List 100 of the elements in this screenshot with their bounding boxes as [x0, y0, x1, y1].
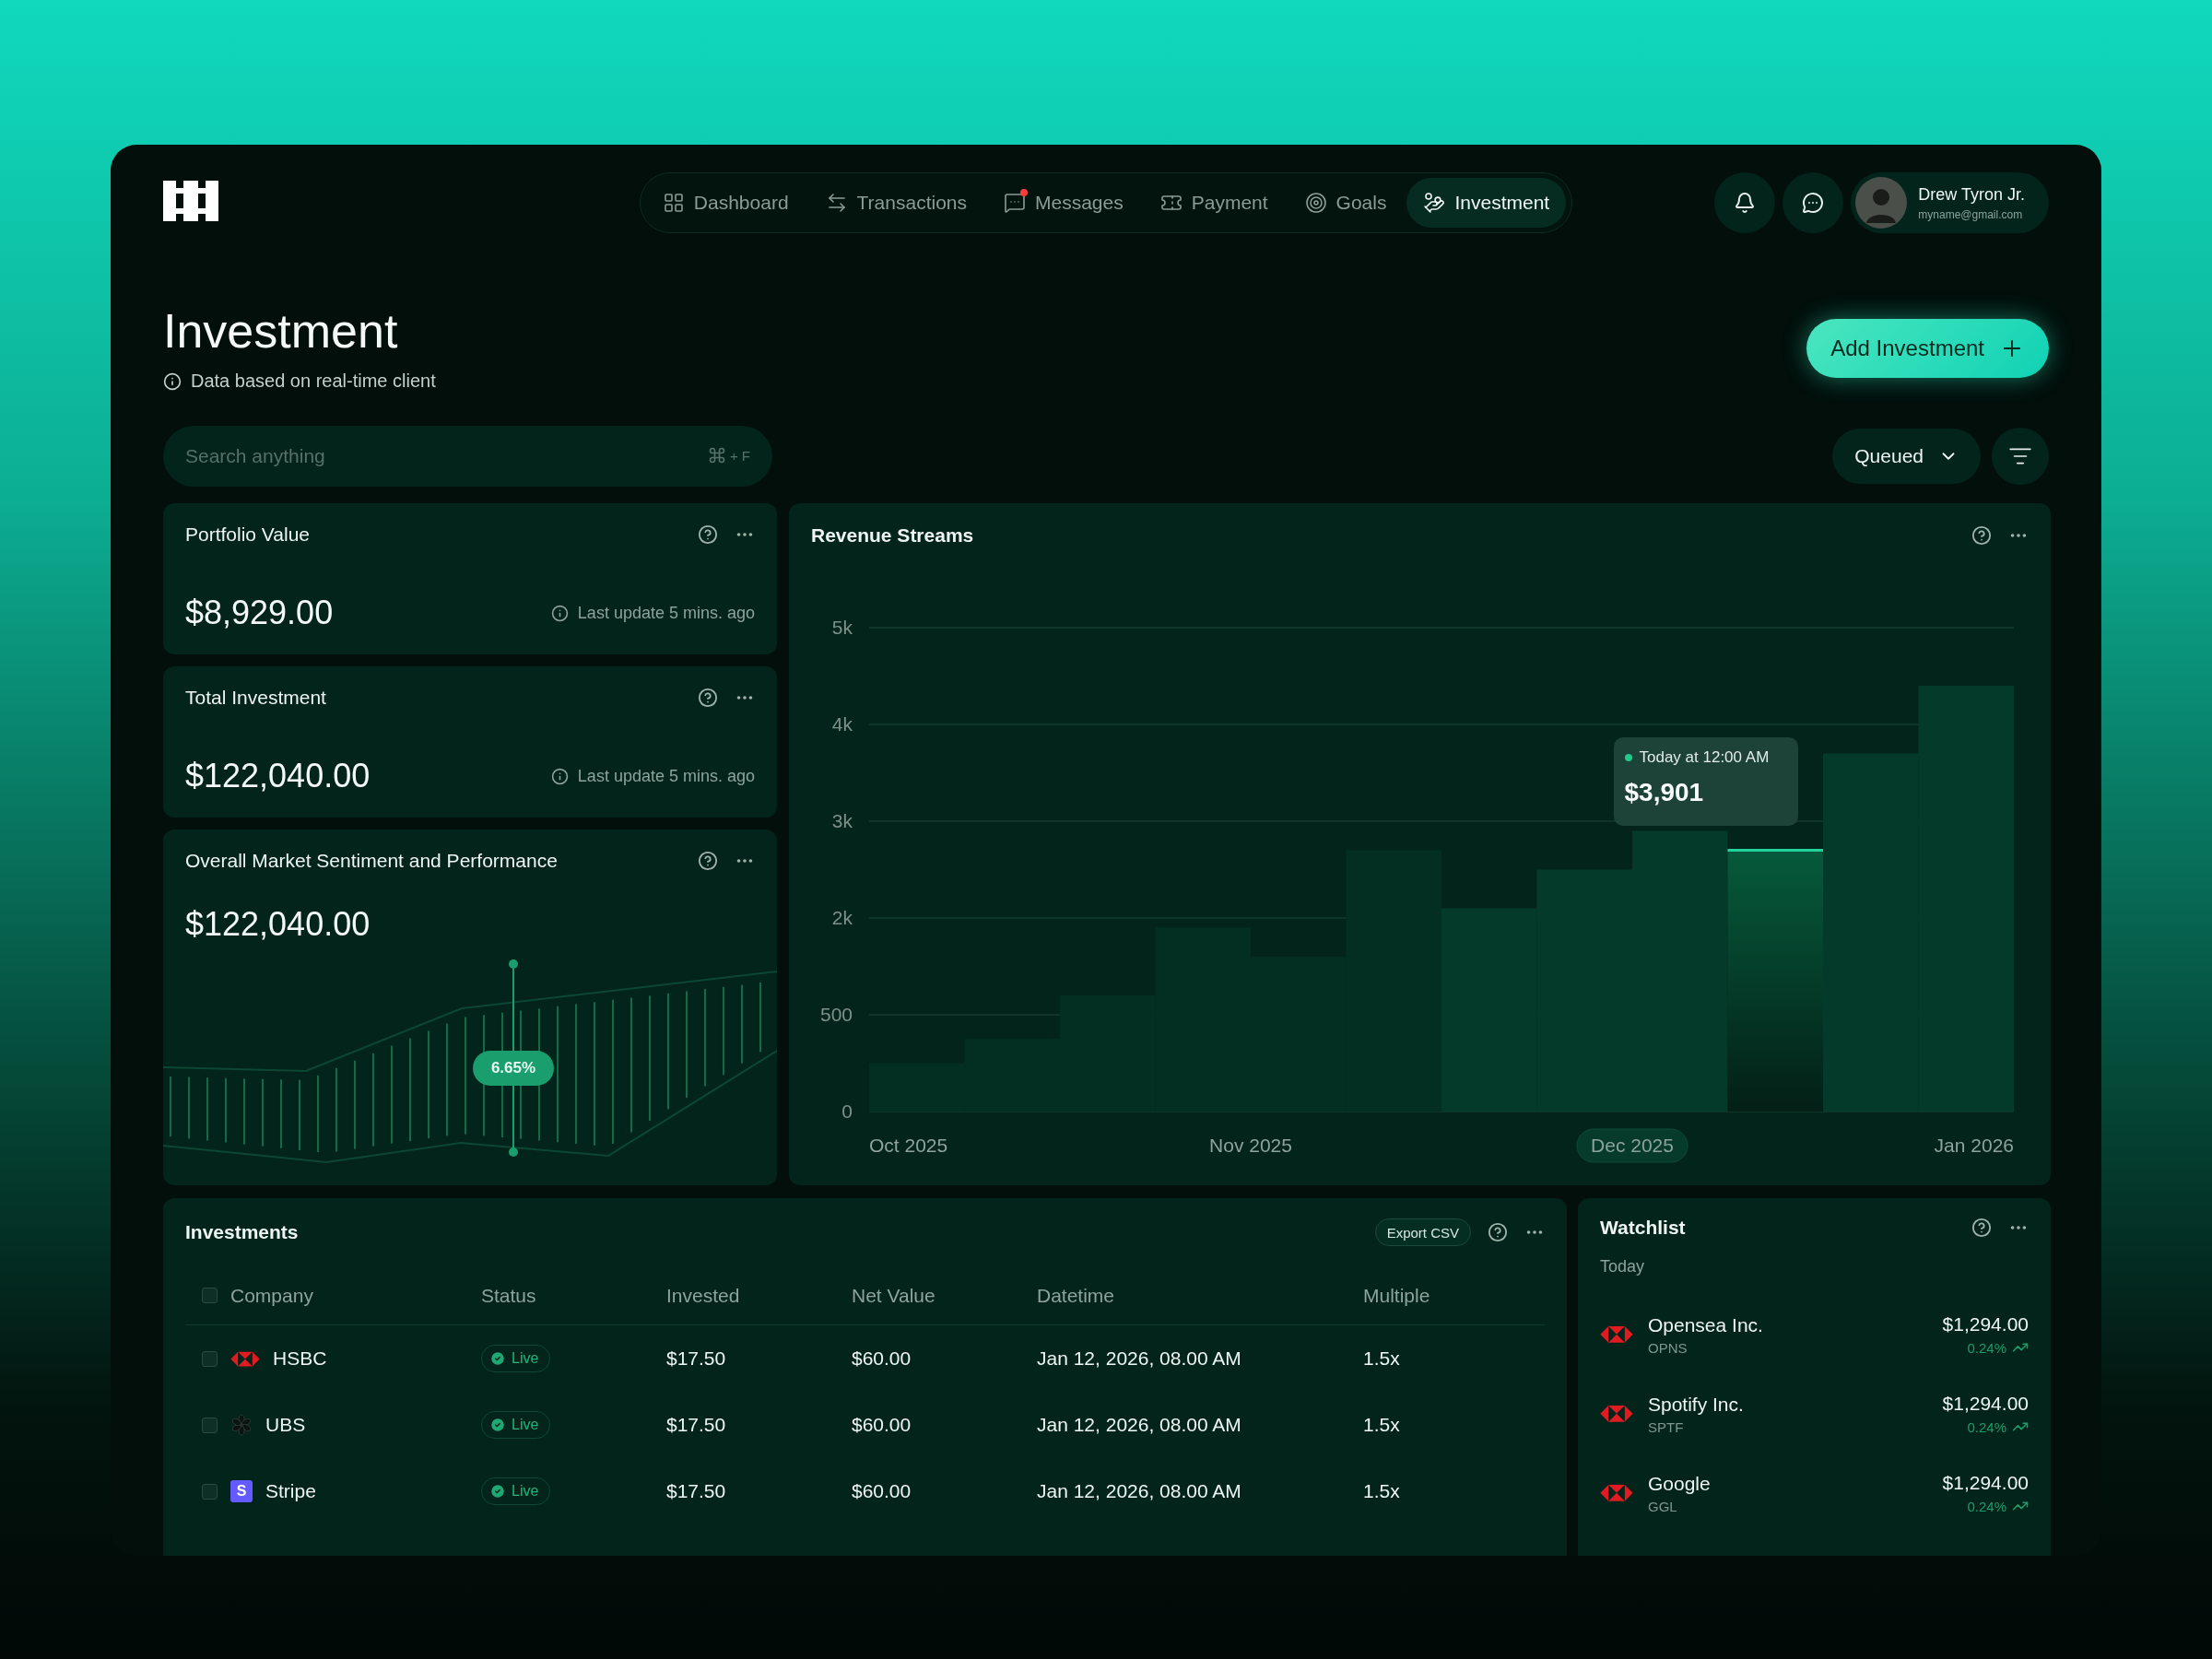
card-title: Investments — [185, 1221, 299, 1244]
help-icon[interactable] — [698, 688, 718, 709]
table-cell: $60.00 — [852, 1347, 912, 1371]
card-title: Overall Market Sentiment and Performance — [185, 850, 558, 873]
info-icon — [550, 767, 569, 785]
add-investment-button[interactable]: Add Investment — [1806, 319, 2049, 378]
month-tab[interactable]: Nov 2025 — [1209, 1135, 1292, 1157]
table-cell: $60.00 — [852, 1414, 912, 1437]
period-label: Today — [1600, 1257, 1646, 1277]
checkbox[interactable] — [202, 1288, 218, 1304]
stock-ticker: OPNS — [1648, 1339, 1688, 1356]
month-tab[interactable]: Oct 2025 — [869, 1135, 948, 1157]
card-title: Total Investment — [185, 687, 326, 710]
flower-logo-icon — [230, 1414, 253, 1437]
stock-name: Spotify Inc. — [1648, 1393, 1745, 1416]
hand-coins-icon — [1423, 192, 1446, 214]
grid-icon — [662, 192, 685, 214]
help-icon[interactable] — [698, 851, 718, 872]
info-icon — [550, 604, 569, 622]
avatar-icon — [1855, 177, 1908, 229]
chat-icon — [1802, 192, 1825, 214]
table-cell: Jan 12, 2026, 08.00 AM — [1037, 1347, 1241, 1371]
percent-badge: 6.65% — [473, 1051, 554, 1087]
bell-icon — [1734, 192, 1757, 214]
table-cell: Jan 12, 2026, 08.00 AM — [1037, 1414, 1241, 1437]
export-csv-button[interactable]: Export CSV — [1374, 1218, 1471, 1247]
user-name: Drew Tyron Jr. — [1918, 184, 2025, 205]
help-icon[interactable] — [1488, 1222, 1508, 1243]
table-cell: $17.50 — [666, 1480, 726, 1503]
column-header: Invested — [666, 1284, 740, 1307]
page-subtitle: Data based on real-time client — [191, 371, 436, 393]
y-axis-label: 4k — [831, 713, 853, 735]
y-axis-label: 5k — [831, 617, 853, 639]
notification-dot — [1020, 189, 1028, 196]
table-cell: 1.5x — [1363, 1414, 1400, 1437]
user-email: myname@gmail.com — [1918, 207, 2024, 221]
stat-value: $122,040.00 — [185, 757, 371, 796]
table-cell: 1.5x — [1363, 1480, 1400, 1503]
stock-ticker: SPTF — [1648, 1418, 1685, 1435]
tooltip-label: Today at 12:00 AM — [1639, 747, 1770, 767]
x-tick-label: Dec 2025 — [1591, 1135, 1674, 1157]
stock-name: Google — [1648, 1472, 1712, 1495]
company-logo: S — [230, 1480, 253, 1503]
nav-tab[interactable]: Goals — [1288, 178, 1404, 228]
company-name: Stripe — [265, 1480, 316, 1503]
checkbox[interactable] — [202, 1350, 218, 1367]
company-name: HSBC — [273, 1347, 327, 1371]
month-tab[interactable]: Jan 2026 — [1934, 1135, 2014, 1157]
help-icon[interactable] — [1971, 525, 1992, 547]
stock-price: $1,294.00 — [1942, 1393, 2029, 1416]
y-axis-label: 2k — [831, 907, 853, 929]
help-icon[interactable] — [1971, 1218, 1992, 1239]
page-title: Investment — [163, 305, 399, 359]
stock-ticker: GGL — [1648, 1498, 1678, 1514]
command-key-icon — [707, 446, 726, 465]
stock-change: 0.24% — [1967, 1339, 2006, 1356]
target-icon — [1304, 192, 1327, 214]
stock-price: $1,294.00 — [1942, 1472, 2029, 1495]
table-cell: Jan 12, 2026, 08.00 AM — [1037, 1480, 1241, 1503]
status-dropdown[interactable]: Queued — [1832, 429, 1981, 485]
profile-menu[interactable]: Drew Tyron Jr. myname@gmail.com — [1851, 172, 2049, 233]
nav-tab[interactable]: Payment — [1143, 178, 1285, 228]
month-tab[interactable]: Dec 2025 — [1576, 1128, 1688, 1163]
hexagon-logo-icon — [1600, 1483, 1633, 1503]
nav-tab[interactable]: Investment — [1406, 178, 1567, 228]
checkbox[interactable] — [202, 1417, 218, 1433]
nav-tab[interactable]: Transactions — [808, 178, 983, 228]
nav-tab[interactable]: Dashboard — [645, 178, 806, 228]
shortcut-hint: + F — [729, 447, 750, 464]
checkbox[interactable] — [202, 1483, 218, 1500]
y-axis-label: 0 — [841, 1100, 853, 1123]
card-title: Portfolio Value — [185, 524, 311, 547]
update-note: Last update 5 mins. ago — [577, 603, 755, 623]
company-name: UBS — [265, 1414, 306, 1437]
y-axis-label: 500 — [819, 1004, 853, 1026]
help-icon[interactable] — [698, 524, 718, 546]
logo — [163, 181, 218, 221]
message-icon — [1004, 192, 1026, 214]
column-header: Datetime — [1037, 1284, 1115, 1307]
status-dot-icon — [1624, 753, 1632, 761]
card-title: Watchlist — [1600, 1217, 1686, 1240]
y-axis-label: 3k — [831, 810, 853, 832]
stat-value: $8,929.00 — [185, 594, 334, 633]
table-cell: $17.50 — [666, 1414, 726, 1437]
column-header: Net Value — [852, 1284, 935, 1307]
stock-change: 0.24% — [1967, 1498, 2006, 1514]
table-cell: $17.50 — [666, 1347, 726, 1371]
tooltip-value: $3,901 — [1624, 777, 1705, 807]
stat-value: $122,040.00 — [185, 905, 371, 945]
hexagon-logo-icon — [1600, 1404, 1633, 1424]
stock-change: 0.24% — [1967, 1418, 2006, 1435]
stock-price: $1,294.00 — [1942, 1313, 2029, 1336]
hexagon-logo-icon — [1600, 1324, 1633, 1345]
column-header: Company — [230, 1284, 313, 1307]
update-note: Last update 5 mins. ago — [577, 766, 755, 786]
column-header: Status — [481, 1284, 536, 1307]
column-header: Multiple — [1363, 1284, 1430, 1307]
hexagon-logo-icon — [230, 1349, 260, 1368]
nav-tab[interactable]: Messages — [987, 178, 1140, 228]
stock-name: Opensea Inc. — [1648, 1313, 1764, 1336]
